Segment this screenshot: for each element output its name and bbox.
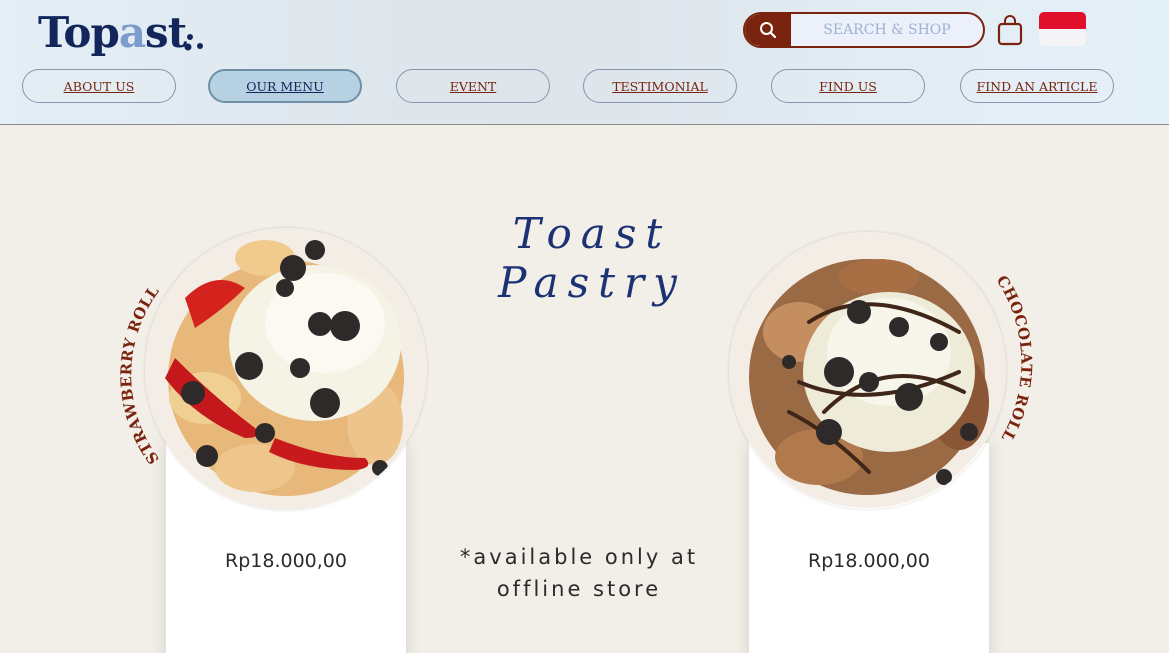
availability-note-line-2: offline store (496, 577, 662, 601)
nav-testimonial[interactable]: TESTIMONIAL (583, 69, 737, 103)
availability-note-line-1: *available only at (459, 545, 699, 569)
search-icon (760, 22, 777, 39)
svg-text:CHOCOLATE ROLL: CHOCOLATE ROLL (993, 272, 1036, 445)
brand-logo[interactable]: Topast (38, 8, 187, 58)
nav-find-us[interactable]: FIND US (771, 69, 925, 103)
strawberry-roll-label: STRAWBERRY ROLL (117, 282, 163, 467)
nav-find-an-article[interactable]: FIND AN ARTICLE (960, 69, 1114, 103)
availability-note: *available only at offline store (440, 541, 718, 605)
product-price: Rp18.000,00 (808, 550, 930, 572)
shopping-bag-icon[interactable] (996, 14, 1024, 46)
svg-text:STRAWBERRY ROLL: STRAWBERRY ROLL (117, 282, 163, 467)
nav-event[interactable]: EVENT (396, 69, 550, 103)
indonesia-flag-icon[interactable] (1039, 12, 1086, 46)
nav-our-menu[interactable]: OUR MENU (208, 69, 362, 103)
nav-about-us[interactable]: ABOUT US (22, 69, 176, 103)
site-header: Topast SEARCH & SHOP ABOUT US OUR MENU E… (0, 0, 1169, 125)
search-bar[interactable]: SEARCH & SHOP (743, 12, 985, 48)
search-input[interactable]: SEARCH & SHOP (791, 14, 983, 46)
logo-text-accent: a (118, 8, 146, 57)
chocolate-roll-label: CHOCOLATE ROLL (993, 272, 1036, 445)
logo-text-part-1: Top (38, 8, 120, 57)
logo-crumbs-icon (184, 34, 203, 51)
product-price: Rp18.000,00 (225, 550, 347, 572)
menu-section: Toast Pastry Rp18.000,00 STRAWBERRY ROLL (0, 125, 1169, 653)
logo-text-part-2: st (145, 8, 187, 57)
search-button[interactable] (745, 14, 791, 46)
section-title: Toast Pastry (498, 209, 686, 307)
